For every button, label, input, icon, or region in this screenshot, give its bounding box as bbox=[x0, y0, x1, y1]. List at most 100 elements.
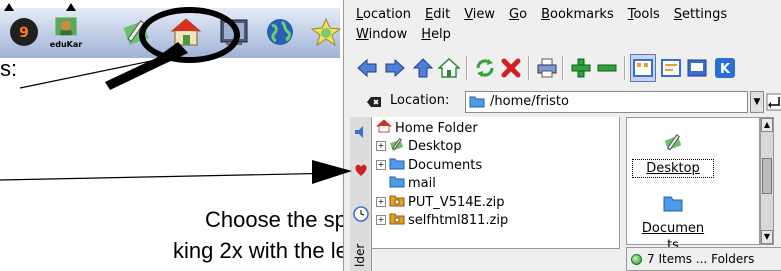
clear-location-icon[interactable] bbox=[366, 94, 382, 110]
print-icon bbox=[537, 58, 557, 78]
menu-tools[interactable]: Tools bbox=[628, 6, 660, 24]
kde-button[interactable]: K bbox=[712, 54, 738, 82]
tree-footer bbox=[372, 248, 620, 271]
tree-item[interactable]: mail bbox=[376, 174, 436, 192]
sidebar-tab-history[interactable] bbox=[352, 203, 370, 225]
menu-go[interactable]: Go bbox=[509, 6, 527, 24]
tree-expander-icon[interactable]: + bbox=[376, 160, 386, 170]
menu-settings[interactable]: Settings bbox=[674, 6, 727, 24]
folder-icon bbox=[469, 96, 485, 108]
icon-view-button[interactable] bbox=[630, 54, 656, 82]
menu-bookmarks[interactable]: Bookmarks bbox=[541, 6, 614, 24]
zoom-out-button[interactable] bbox=[594, 54, 620, 82]
scroll-down-button[interactable]: ▼ bbox=[761, 230, 773, 244]
tree-item-label: PUT_V514E.zip bbox=[408, 194, 505, 210]
tree-item-label: Home Folder bbox=[395, 120, 478, 136]
zip-icon bbox=[389, 211, 408, 229]
heart-icon bbox=[355, 164, 367, 176]
folder-icon bbox=[663, 196, 683, 212]
tree-item[interactable]: + PUT_V514E.zip bbox=[376, 193, 505, 211]
go-arrow-icon[interactable] bbox=[766, 93, 781, 111]
minus-icon bbox=[597, 64, 617, 72]
tree-view-icon bbox=[687, 59, 707, 77]
forward-arrow-icon bbox=[385, 58, 405, 78]
sidebar-tab-sound[interactable] bbox=[352, 121, 370, 143]
folder-icon bbox=[389, 156, 408, 174]
scroll-up-button[interactable]: ▲ bbox=[761, 118, 773, 132]
reload-button[interactable] bbox=[472, 54, 498, 82]
tree-item-label: Desktop bbox=[408, 138, 462, 154]
zip-icon bbox=[389, 193, 408, 211]
tree-item[interactable]: + Documents bbox=[376, 156, 482, 174]
menu-help[interactable]: Help bbox=[421, 26, 451, 44]
power-icon[interactable]: 9 bbox=[4, 12, 44, 52]
tree-expander-icon[interactable]: + bbox=[376, 215, 386, 225]
tree-view-button[interactable] bbox=[684, 54, 710, 82]
panel-hide-tab[interactable] bbox=[4, 0, 14, 11]
menu-window[interactable]: Window bbox=[356, 26, 407, 44]
stop-icon bbox=[501, 58, 521, 78]
tree-item-label: mail bbox=[408, 175, 436, 191]
sidebar-tab-folder-label[interactable]: lder bbox=[353, 227, 369, 267]
reload-icon bbox=[476, 59, 494, 77]
toolbar-separator bbox=[528, 56, 530, 80]
status-bar: 7 Items ... Folders bbox=[626, 247, 781, 271]
location-label: Location: bbox=[390, 93, 450, 108]
main-toolbar: K bbox=[352, 52, 781, 84]
location-input[interactable]: /home/fristo bbox=[465, 91, 748, 113]
status-text: 7 Items ... Folders bbox=[647, 252, 755, 266]
up-button[interactable] bbox=[410, 54, 436, 82]
home-icon bbox=[438, 57, 460, 78]
desktop-icon bbox=[389, 137, 408, 155]
caption-fragment: s: bbox=[0, 56, 18, 81]
tree-item-label: selfhtml811.zip bbox=[408, 212, 509, 228]
scroll-thumb[interactable] bbox=[762, 158, 772, 194]
icon-item-label: Documen bbox=[641, 221, 705, 236]
back-button[interactable] bbox=[354, 54, 380, 82]
location-bar: Location: /home/fristo ▼ bbox=[352, 90, 781, 114]
menu-edit[interactable]: Edit bbox=[425, 6, 450, 24]
vertical-scrollbar[interactable]: ▲ ▼ bbox=[760, 117, 774, 245]
tree-expander-icon[interactable]: + bbox=[376, 141, 386, 151]
svg-text:9: 9 bbox=[19, 25, 29, 41]
panel-hide-tab[interactable] bbox=[66, 0, 76, 11]
clock-icon bbox=[353, 206, 369, 222]
menu-view[interactable]: View bbox=[464, 6, 495, 24]
up-arrow-icon bbox=[412, 58, 434, 78]
tree-expander-icon[interactable]: + bbox=[376, 197, 386, 207]
forward-button[interactable] bbox=[382, 54, 408, 82]
sidebar-tab-bookmarks[interactable] bbox=[352, 159, 370, 181]
toolbar-separator bbox=[466, 56, 468, 80]
kde-icon: K bbox=[715, 58, 735, 78]
desktop-icon bbox=[664, 134, 682, 151]
edukar-icon[interactable]: eduKar bbox=[46, 12, 86, 52]
speaker-icon bbox=[355, 126, 363, 138]
zoom-in-button[interactable] bbox=[568, 54, 594, 82]
print-button[interactable] bbox=[534, 54, 560, 82]
tree-item-label: Documents bbox=[408, 157, 483, 173]
toolbar-separator bbox=[624, 56, 626, 80]
home-folder-icon bbox=[375, 119, 395, 137]
folder-icon bbox=[389, 174, 408, 192]
home-button[interactable] bbox=[436, 54, 462, 82]
location-dropdown-button[interactable]: ▼ bbox=[750, 91, 764, 113]
icon-item-label: Desktop bbox=[632, 159, 714, 178]
icon-item-documents[interactable]: Documen ts bbox=[633, 192, 713, 254]
toolbar-separator bbox=[562, 56, 564, 80]
file-manager-window: Location Edit View Go Bookmarks Tools Settings… bbox=[343, 0, 781, 271]
icon-item-desktop[interactable]: Desktop bbox=[632, 132, 714, 178]
detailed-view-button[interactable] bbox=[658, 54, 684, 82]
menu-location[interactable]: Location bbox=[356, 6, 411, 24]
sidebar-tabs: lder bbox=[350, 117, 372, 271]
browser-globe-icon[interactable] bbox=[260, 12, 300, 52]
svg-text:K: K bbox=[720, 62, 731, 77]
edukar-label: eduKar bbox=[49, 40, 83, 49]
stop-button[interactable] bbox=[498, 54, 524, 82]
star-icon[interactable] bbox=[306, 12, 346, 52]
tree-item[interactable]: + selfhtml811.zip bbox=[376, 211, 508, 229]
highlight-ellipse-home bbox=[139, 7, 240, 63]
back-arrow-icon bbox=[357, 58, 377, 78]
detailed-view-icon bbox=[661, 59, 681, 77]
tree-item[interactable]: + Desktop bbox=[376, 137, 462, 155]
tree-item[interactable]: Home Folder bbox=[375, 119, 478, 137]
